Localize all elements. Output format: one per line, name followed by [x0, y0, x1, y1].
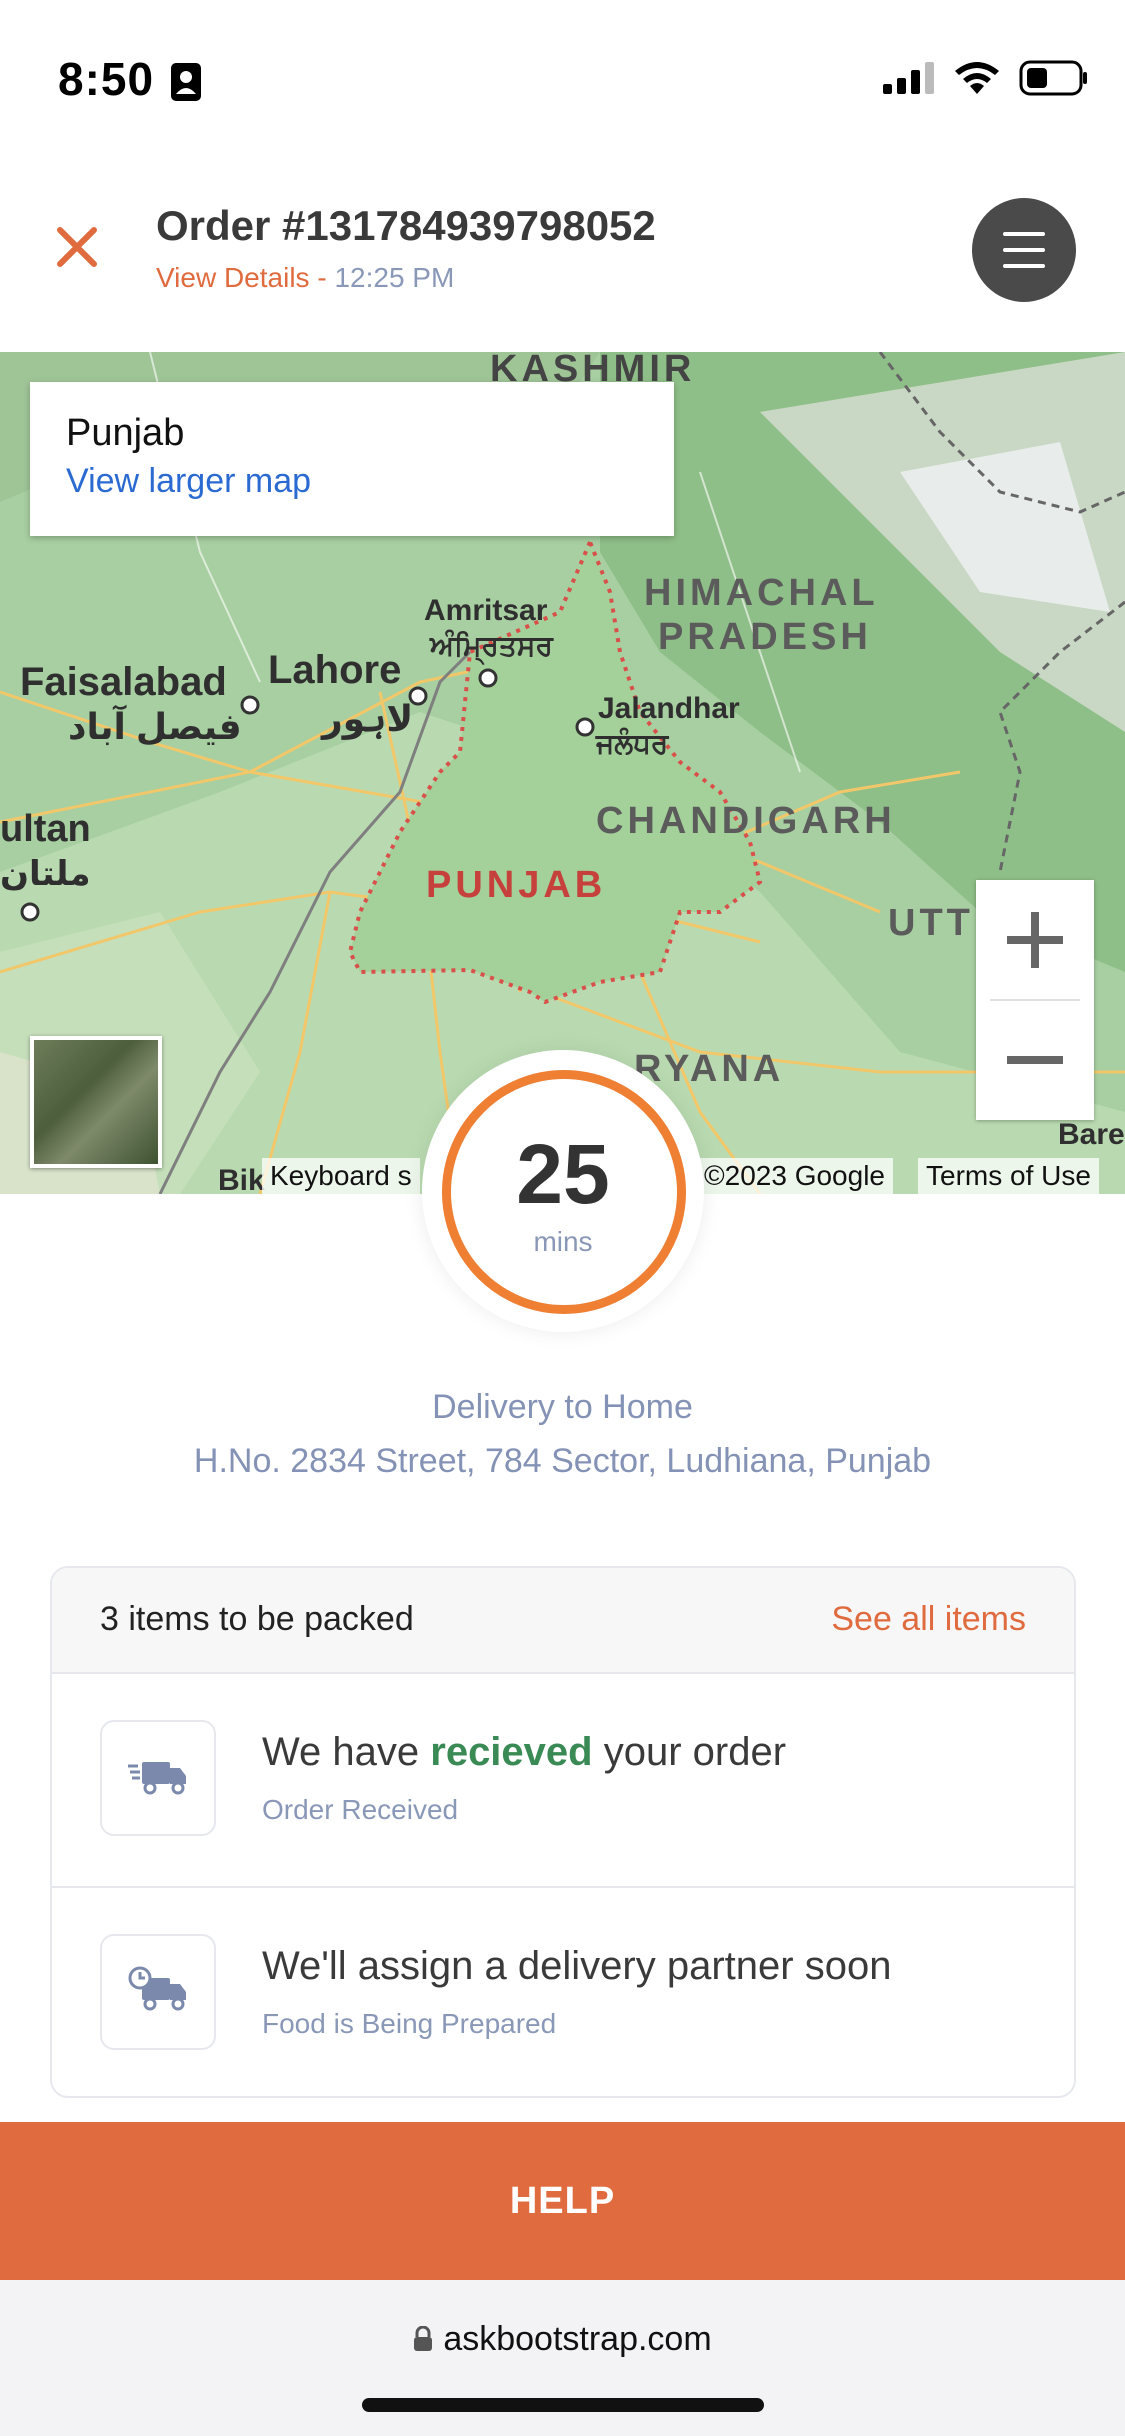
- map-label-punjab: PUNJAB: [426, 864, 607, 906]
- zoom-out-icon[interactable]: [976, 1000, 1094, 1120]
- step-text-post: your order: [592, 1730, 787, 1774]
- status-icon-box: [100, 1720, 216, 1836]
- items-count: 3 items to be packed: [100, 1600, 414, 1638]
- delivery-timer: 25 mins: [422, 1050, 704, 1332]
- map-card-title: Punjab: [66, 412, 185, 454]
- map-label-himachal: HIMACHAL: [644, 572, 879, 614]
- view-larger-map-link[interactable]: View larger map: [66, 462, 311, 501]
- map-label-lahore-local: لاہور: [322, 698, 414, 739]
- menu-bar: [1003, 248, 1045, 252]
- delivery-address: H.No. 2834 Street, 784 Sector, Ludhiana,…: [193, 1442, 932, 1480]
- terms-of-use-link[interactable]: Terms of Use: [918, 1158, 1099, 1194]
- menu-bar: [1003, 264, 1045, 268]
- status-step-title: We'll assign a delivery partner soon: [262, 1944, 892, 1988]
- url-display[interactable]: askbootstrap.com: [0, 2320, 1125, 2359]
- map-label-lahore: Lahore: [268, 648, 402, 692]
- map-zoom-control: [976, 880, 1094, 1120]
- order-time: 12:25 PM: [334, 262, 455, 293]
- status-step-subtitle: Food is Being Prepared: [262, 2008, 557, 2039]
- status-indicators: [883, 60, 1089, 96]
- see-all-items-link[interactable]: See all items: [831, 1600, 1026, 1639]
- satellite-view-toggle[interactable]: [30, 1036, 162, 1168]
- map-label-faisalabad: Faisalabad: [20, 660, 227, 704]
- items-card-header: 3 items to be packed See all items: [52, 1568, 1074, 1674]
- map-copyright: ©2023 Google: [696, 1158, 893, 1194]
- order-subtitle: View Details - 12:25 PM: [156, 262, 454, 294]
- status-time: 8:50: [58, 53, 155, 105]
- delivery-truck-icon: [128, 1762, 186, 1795]
- map-label-multan: ultan: [0, 808, 91, 850]
- browser-address-bar[interactable]: askbootstrap.com: [0, 2280, 1125, 2436]
- map-label-uttar: UTT: [888, 902, 974, 944]
- keyboard-shortcuts-link[interactable]: Keyboard s: [262, 1158, 420, 1194]
- timer-value: 25: [516, 1127, 610, 1221]
- step-highlight: recieved: [430, 1730, 593, 1774]
- map-label-bikaner: Bik: [218, 1164, 265, 1194]
- timer-unit: mins: [533, 1226, 593, 1257]
- map-label-pradesh: PRADESH: [658, 616, 872, 658]
- view-details-link[interactable]: View Details: [156, 262, 310, 293]
- map-label-chandigarh: CHANDIGARH: [596, 800, 896, 842]
- status-bar: 8:50: [0, 0, 1125, 140]
- map-label-bareilly: Bare: [1058, 1118, 1125, 1151]
- scheduled-truck-icon: [128, 1966, 186, 2011]
- map-label-jalandhar-local: ਜਲੰਧਰ: [596, 728, 669, 759]
- status-icon-box: [100, 1934, 216, 2050]
- home-indicator[interactable]: [362, 2398, 764, 2412]
- url-text: askbootstrap.com: [443, 2320, 712, 2358]
- help-button[interactable]: HELP: [0, 2122, 1125, 2280]
- menu-button[interactable]: [972, 198, 1076, 302]
- map-info-card: Punjab View larger map: [30, 382, 674, 536]
- wifi-icon: [955, 62, 999, 94]
- contact-card-icon: [171, 63, 201, 101]
- zoom-in-icon[interactable]: [976, 880, 1094, 1000]
- map-label-faisalabad-local: فیصل آباد: [68, 706, 242, 747]
- status-step-title: We have recieved your order: [262, 1730, 786, 1775]
- lock-icon: [414, 2325, 433, 2351]
- menu-bar: [1003, 232, 1045, 236]
- status-step-subtitle: Order Received: [262, 1794, 459, 1825]
- battery-icon: [1019, 60, 1087, 96]
- map-label-amritsar: Amritsar: [424, 594, 548, 627]
- subtitle-separator: -: [309, 262, 335, 293]
- map-label-multan-local: ملتان: [0, 855, 91, 893]
- signal-icon: [883, 62, 934, 94]
- step-text-pre: We have: [262, 1730, 431, 1774]
- map-label-jalandhar: Jalandhar: [598, 692, 740, 725]
- order-status-card: 3 items to be packed See all items We ha…: [50, 1566, 1076, 2098]
- delivery-label: Delivery to Home: [432, 1388, 693, 1426]
- order-title: Order #131784939798052: [156, 202, 656, 249]
- status-step: We have recieved your order Order Receiv…: [52, 1674, 1074, 1888]
- close-icon[interactable]: [52, 222, 102, 272]
- status-step: We'll assign a delivery partner soon Foo…: [52, 1888, 1074, 2096]
- map-label-amritsar-local: ਅੰਮ੍ਰਿਤਸਰ: [430, 630, 553, 661]
